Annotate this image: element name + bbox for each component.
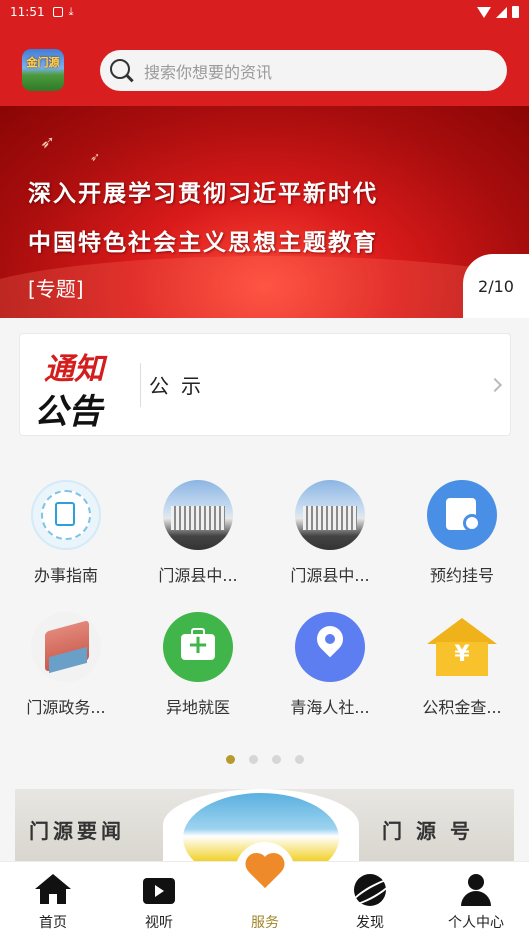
tab-discover[interactable]: 发现 xyxy=(330,872,410,932)
guide-doc-icon xyxy=(31,480,101,550)
tab-label: 服务 xyxy=(251,915,279,931)
service-label: 门源县中... xyxy=(158,566,238,585)
grid-pagination xyxy=(0,755,529,764)
home-icon xyxy=(35,874,71,904)
service-label: 公积金查... xyxy=(422,698,502,717)
tab-label: 视听 xyxy=(145,915,173,931)
news-left-title: 门源要闻 xyxy=(29,819,125,843)
service-appointment[interactable]: 预约挂号 xyxy=(402,480,522,586)
search-placeholder: 搜索你想要的资讯 xyxy=(144,62,273,82)
page-dot[interactable] xyxy=(294,755,304,764)
battery-icon xyxy=(512,6,519,18)
app-header: 11:51 ⤓ 金门源 搜索你想要的资讯 xyxy=(0,0,529,106)
notice-image-text-top: 通知 xyxy=(44,351,104,387)
banner-title-line2: 中国特色社会主义思想主题教育 xyxy=(28,230,378,256)
notice-label: 公示 xyxy=(149,374,213,398)
service-county-center-2[interactable]: 门源县中... xyxy=(270,480,390,586)
service-label: 办事指南 xyxy=(33,566,98,585)
tab-label: 发现 xyxy=(356,915,384,931)
search-bar[interactable]: 搜索你想要的资讯 xyxy=(100,50,507,91)
house-yen-icon: ¥ xyxy=(427,612,497,682)
page-dot-active[interactable] xyxy=(225,755,235,764)
tab-video[interactable]: 视听 xyxy=(119,872,199,932)
banner-carousel[interactable]: ➶ ➶ 深入开展学习贯彻习近平新时代 中国特色社会主义思想主题教育 [专题] xyxy=(0,106,529,318)
notice-image: 通知 公告 xyxy=(30,340,126,432)
download-icon: ⤓ xyxy=(68,5,74,18)
notice-image-text-bottom: 公告 xyxy=(34,391,102,432)
service-label: 门源县中... xyxy=(290,566,370,585)
tab-profile[interactable]: 个人中心 xyxy=(436,872,516,932)
government-building-icon xyxy=(31,612,101,682)
bottom-tab-bar: 首页 视听 服务 发现 个人中心 xyxy=(0,842,529,942)
dove-icon: ➶ xyxy=(40,132,56,153)
tab-label: 首页 xyxy=(39,915,67,931)
building-photo xyxy=(163,480,233,550)
divider xyxy=(140,362,141,407)
service-social-security[interactable]: 青海人社... xyxy=(270,612,390,718)
page-dot[interactable] xyxy=(248,755,258,764)
dove-icon: ➶ xyxy=(90,150,101,164)
wifi-icon xyxy=(477,6,491,18)
banner-tag: [专题] xyxy=(28,277,84,301)
service-label: 门源政务... xyxy=(26,698,106,717)
banner-pager: 2/10 xyxy=(463,254,529,318)
notification-icon xyxy=(52,7,63,17)
notice-card[interactable]: 通知 公告 公示 xyxy=(19,333,511,436)
service-housing-fund[interactable]: ¥ 公积金查... xyxy=(402,612,522,718)
app-logo[interactable]: 金门源 xyxy=(22,49,64,91)
services-grid: 办事指南 门源县中... 门源县中... 预约挂号 门源政务... 异地就医 青… xyxy=(0,478,529,738)
service-guide[interactable]: 办事指南 xyxy=(6,480,126,586)
medical-kit-icon xyxy=(163,612,233,682)
tv-icon xyxy=(143,878,175,904)
tab-home[interactable]: 首页 xyxy=(13,872,93,932)
search-icon xyxy=(110,58,134,83)
location-pin-icon xyxy=(295,612,365,682)
status-right-icons xyxy=(477,6,519,18)
service-county-center-1[interactable]: 门源县中... xyxy=(138,480,258,586)
status-time: 11:51 xyxy=(10,5,45,19)
tab-service[interactable]: 服务 xyxy=(225,842,305,932)
tab-label: 个人中心 xyxy=(448,915,504,931)
chevron-right-icon xyxy=(487,377,503,392)
service-label: 异地就医 xyxy=(165,698,230,717)
news-right-title: 门源号 xyxy=(382,819,484,843)
app-logo-text: 金门源 xyxy=(26,56,60,69)
status-bar: 11:51 ⤓ xyxy=(0,0,529,24)
page-dot[interactable] xyxy=(271,755,281,764)
cellular-icon xyxy=(496,6,507,18)
service-label: 青海人社... xyxy=(290,698,370,717)
service-label: 预约挂号 xyxy=(429,566,494,585)
planet-icon xyxy=(354,874,386,906)
calendar-clock-icon xyxy=(427,480,497,550)
service-government[interactable]: 门源政务... xyxy=(6,612,126,718)
building-photo xyxy=(295,480,365,550)
heart-icon xyxy=(235,842,295,902)
service-remote-medical[interactable]: 异地就医 xyxy=(138,612,258,718)
banner-title-line1: 深入开展学习贯彻习近平新时代 xyxy=(28,181,378,207)
user-icon xyxy=(460,874,492,906)
